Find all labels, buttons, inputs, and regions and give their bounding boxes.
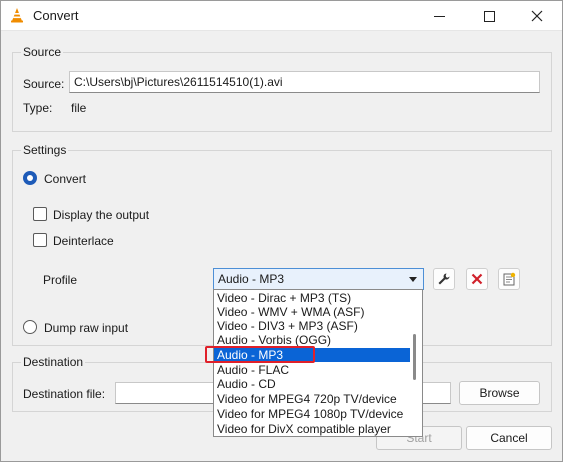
chevron-down-icon bbox=[409, 277, 417, 282]
title-bar: Convert bbox=[1, 1, 562, 31]
profile-option[interactable]: Video for MPEG4 720p TV/device bbox=[214, 392, 410, 406]
maximize-button[interactable] bbox=[466, 1, 512, 31]
wrench-icon bbox=[438, 273, 450, 285]
new-profile-icon bbox=[503, 272, 516, 286]
maximize-icon bbox=[483, 10, 495, 22]
minimize-icon bbox=[433, 15, 445, 17]
close-icon bbox=[531, 10, 543, 22]
convert-dialog: Convert Source Source: C:\Users\bj\Pictu… bbox=[0, 0, 563, 462]
annotation-highlight-box bbox=[205, 346, 315, 363]
profile-option[interactable]: Video - Dirac + MP3 (TS) bbox=[214, 291, 410, 305]
profile-selected-value: Audio - MP3 bbox=[218, 272, 285, 286]
type-value: file bbox=[71, 101, 87, 115]
destination-file-label: Destination file: bbox=[23, 387, 106, 401]
destination-group-label: Destination bbox=[21, 355, 86, 369]
source-path-field[interactable]: C:\Users\bj\Pictures\2611514510(1).avi bbox=[69, 71, 540, 93]
settings-group-label: Settings bbox=[21, 143, 69, 157]
profile-option[interactable]: Video for DivX compatible player bbox=[214, 422, 410, 436]
vlc-cone-icon bbox=[9, 7, 25, 23]
deinterlace-checkbox[interactable] bbox=[33, 233, 47, 247]
source-label: Source: bbox=[23, 77, 65, 91]
profile-option[interactable]: Audio - CD bbox=[214, 377, 410, 391]
profile-select[interactable]: Audio - MP3 bbox=[213, 268, 424, 290]
profile-option[interactable]: Video for MPEG4 1080p TV/device bbox=[214, 407, 410, 421]
profile-dropdown-list: Video - Dirac + MP3 (TS) Video - WMV + W… bbox=[213, 289, 423, 437]
profile-option[interactable]: Audio - Vorbis (OGG) bbox=[214, 333, 410, 347]
profile-label: Profile bbox=[43, 273, 78, 287]
new-profile-button[interactable] bbox=[498, 268, 520, 290]
window-title: Convert bbox=[33, 8, 79, 23]
minimize-button[interactable] bbox=[416, 1, 462, 31]
edit-profile-button[interactable] bbox=[433, 268, 455, 290]
delete-profile-button[interactable] bbox=[466, 268, 488, 290]
cancel-button[interactable]: Cancel bbox=[466, 426, 552, 450]
dropdown-scrollbar-thumb[interactable] bbox=[413, 334, 416, 380]
convert-radio[interactable] bbox=[23, 171, 37, 185]
deinterlace-label: Deinterlace bbox=[53, 234, 114, 248]
delete-x-icon bbox=[471, 273, 483, 285]
dump-raw-label: Dump raw input bbox=[44, 321, 129, 335]
profile-option[interactable]: Video - WMV + WMA (ASF) bbox=[214, 305, 410, 319]
display-output-label: Display the output bbox=[53, 208, 150, 222]
close-button[interactable] bbox=[514, 1, 560, 31]
profile-option[interactable]: Video - DIV3 + MP3 (ASF) bbox=[214, 319, 410, 333]
type-label: Type: bbox=[23, 101, 53, 115]
browse-button[interactable]: Browse bbox=[459, 381, 540, 405]
dump-raw-radio[interactable] bbox=[23, 320, 37, 334]
profile-option[interactable]: Audio - FLAC bbox=[214, 363, 410, 377]
convert-label: Convert bbox=[44, 172, 87, 186]
source-group-label: Source bbox=[21, 45, 64, 59]
display-output-checkbox[interactable] bbox=[33, 207, 47, 221]
